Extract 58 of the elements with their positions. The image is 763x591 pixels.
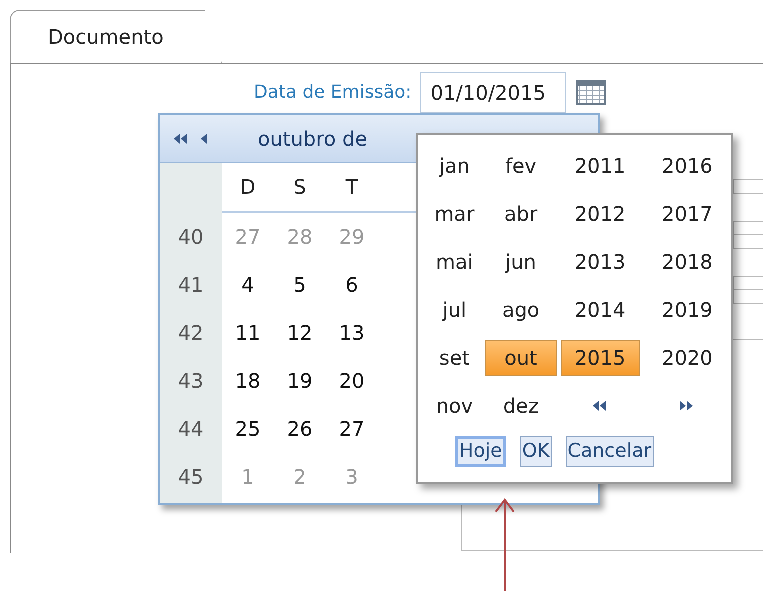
year-option[interactable]: 2014 (560, 292, 640, 328)
month-option[interactable]: mar (424, 196, 486, 232)
day-cell[interactable]: 12 (274, 318, 326, 348)
month-option[interactable]: jan (424, 148, 486, 184)
year-option[interactable]: 2016 (644, 148, 731, 184)
day-cell[interactable]: 11 (222, 318, 274, 348)
date-label: Data de Emissão: (254, 81, 412, 105)
month-option[interactable]: mai (424, 244, 486, 280)
input-field[interactable] (733, 289, 763, 304)
year-option[interactable]: 2012 (560, 196, 640, 232)
input-field[interactable] (733, 179, 763, 194)
previous-years-icon[interactable] (593, 401, 608, 411)
picker-button[interactable]: Cancelar (566, 436, 654, 467)
month-option[interactable]: abr (485, 196, 557, 232)
month-option[interactable]: nov (424, 388, 486, 424)
day-cell[interactable]: 27 (326, 414, 378, 444)
day-cell[interactable]: 18 (222, 366, 274, 396)
calendar-title: outubro de (258, 126, 368, 152)
previous-year-icon[interactable] (174, 134, 188, 144)
month-option[interactable]: ago (485, 292, 557, 328)
picker-button[interactable]: Hoje (455, 436, 506, 467)
weekday-label: S (292, 174, 308, 201)
month-option[interactable]: set (424, 340, 486, 376)
day-cell[interactable]: 20 (326, 366, 378, 396)
month-option[interactable]: jun (485, 244, 557, 280)
day-cell[interactable]: 26 (274, 414, 326, 444)
week-number: 41 (178, 272, 204, 299)
year-option[interactable]: 2015 (560, 340, 640, 376)
tab[interactable]: Documento (10, 10, 222, 63)
month-option[interactable]: dez (485, 388, 557, 424)
day-cell[interactable]: 6 (326, 270, 378, 300)
calendar-icon[interactable] (576, 80, 606, 105)
week-number: 40 (178, 224, 204, 251)
month-option[interactable]: fev (485, 148, 557, 184)
week-number: 45 (178, 464, 204, 491)
year-option[interactable]: 2017 (644, 196, 731, 232)
weekday-label: T (344, 174, 360, 201)
week-number: 44 (178, 416, 204, 443)
weekday-label: D (239, 174, 257, 201)
next-years-icon[interactable] (680, 401, 694, 411)
picker-button[interactable]: OK (520, 436, 552, 467)
month-option[interactable]: out (485, 340, 557, 376)
input-field[interactable] (733, 234, 763, 249)
date-field[interactable]: 01/10/2015 (420, 72, 566, 113)
month-option[interactable]: jul (424, 292, 486, 328)
week-number: 43 (178, 368, 204, 395)
day-cell[interactable]: 13 (326, 318, 378, 348)
previous-month-icon[interactable] (200, 134, 208, 144)
week-number: 42 (178, 320, 204, 347)
day-cell[interactable]: 5 (274, 270, 326, 300)
year-option[interactable]: 2013 (560, 244, 640, 280)
year-option[interactable]: 2020 (644, 340, 731, 376)
day-cell[interactable]: 19 (274, 366, 326, 396)
year-option[interactable]: 2019 (644, 292, 731, 328)
year-option[interactable]: 2018 (644, 244, 731, 280)
day-cell[interactable]: 25 (222, 414, 274, 444)
day-cell[interactable]: 4 (222, 270, 274, 300)
year-option[interactable]: 2011 (560, 148, 640, 184)
